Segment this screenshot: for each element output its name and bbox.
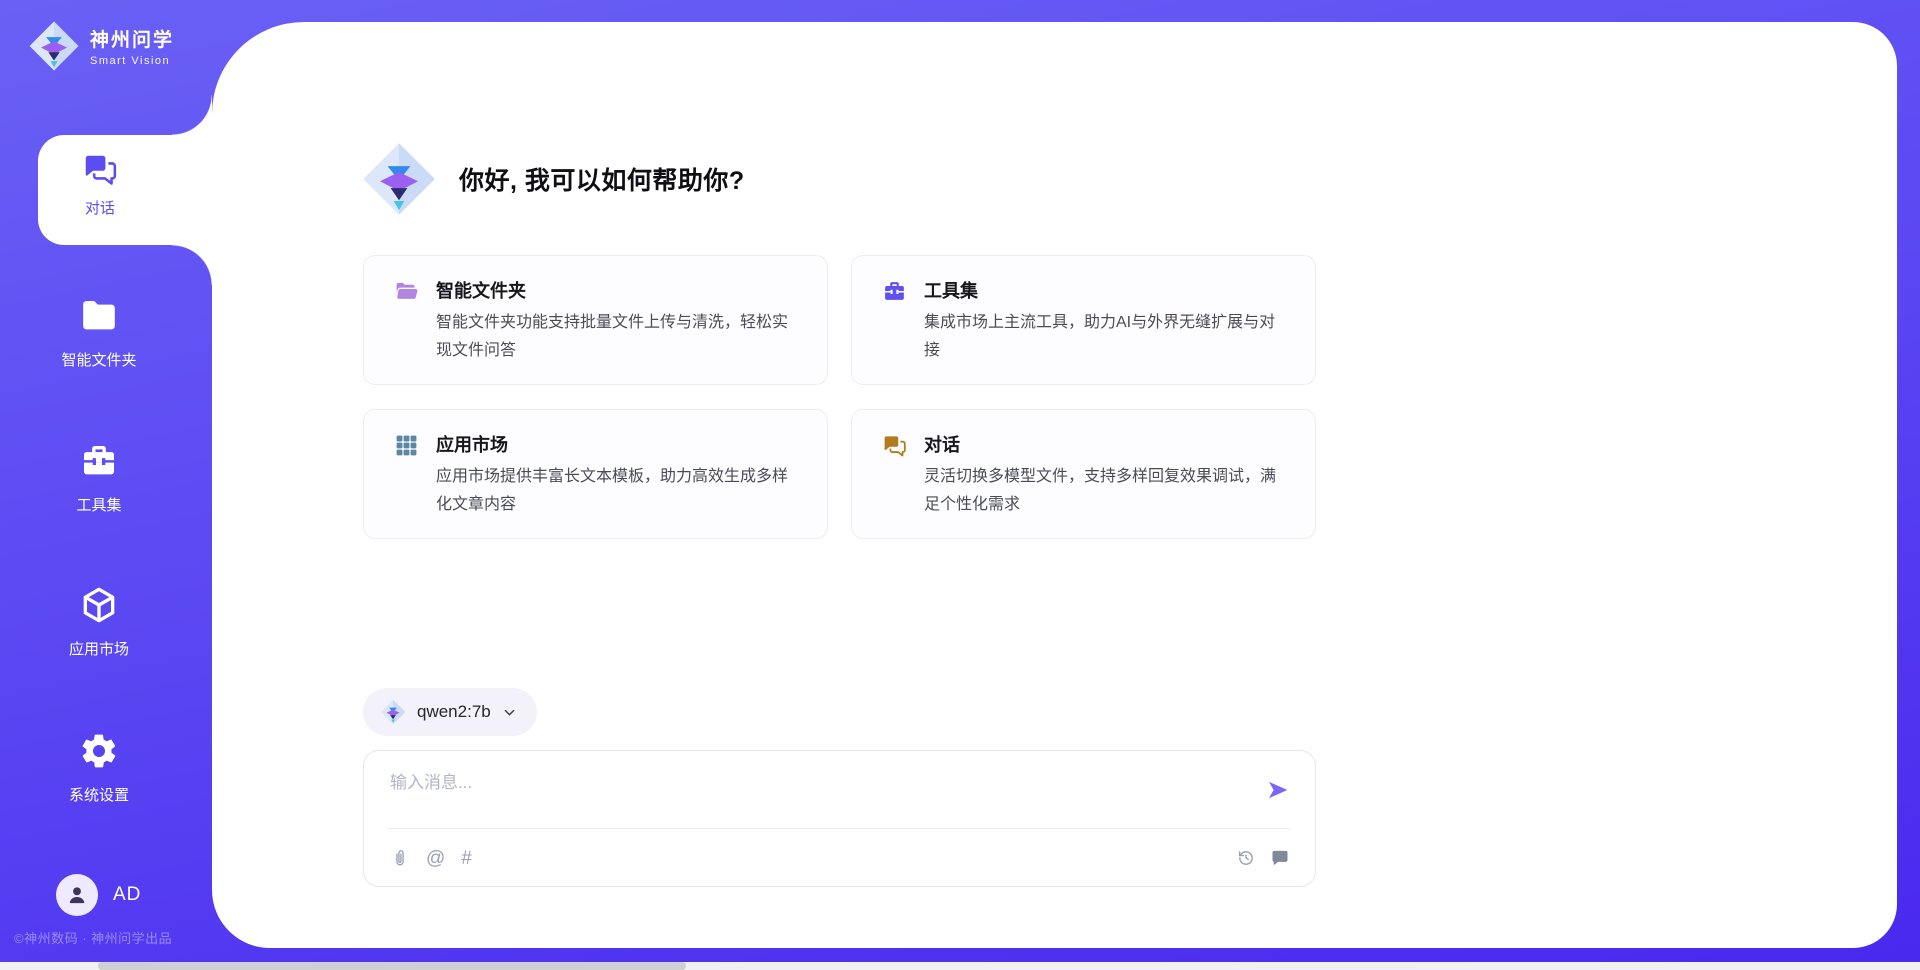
horizontal-scrollbar[interactable] xyxy=(0,962,1920,970)
person-icon xyxy=(64,882,90,908)
message-input[interactable] xyxy=(390,765,1240,801)
send-icon xyxy=(1266,778,1290,802)
sidebar-item-system-settings[interactable]: 系统设置 xyxy=(24,731,174,805)
model-selector[interactable]: qwen2:7b xyxy=(363,688,537,736)
card-description: 集成市场上主流工具，助力AI与外界无缝扩展与对接 xyxy=(924,309,1276,364)
toolbox-icon xyxy=(882,279,907,304)
sidebar-item-smart-folder[interactable]: 智能文件夹 xyxy=(24,296,174,370)
model-name: qwen2:7b xyxy=(417,702,491,722)
composer-toolbar: @ # xyxy=(390,829,1290,887)
tab-connector-bottom xyxy=(172,245,212,285)
at-mention-icon[interactable]: @ xyxy=(426,849,445,868)
greeting-text: 你好, 我可以如何帮助你? xyxy=(459,161,745,197)
copyright-footer: ©神州数码 · 神州问学出品 xyxy=(14,928,172,947)
card-app-market[interactable]: 应用市场 应用市场提供丰富长文本模板，助力高效生成多样化文章内容 xyxy=(363,409,828,539)
folder-open-icon xyxy=(394,279,419,304)
sidebar-item-toolset[interactable]: 工具集 xyxy=(24,441,174,515)
chat-icon xyxy=(82,151,118,187)
history-icon[interactable] xyxy=(1236,848,1256,868)
sidebar-item-chat-active[interactable]: 对话 xyxy=(38,135,212,245)
greeting-diamond-icon xyxy=(361,141,437,217)
toolbox-icon xyxy=(79,441,119,481)
card-description: 应用市场提供丰富长文本模板，助力高效生成多样化文章内容 xyxy=(436,463,788,518)
sidebar-item-label: 系统设置 xyxy=(24,784,174,805)
app-window: 神州问学 Smart Vision 对话 智能文件夹 工具集 应用市场 系统设置… xyxy=(0,0,1920,970)
user-initials: AD xyxy=(113,884,141,906)
brand: 神州问学 Smart Vision xyxy=(28,20,174,72)
sidebar-item-label: 工具集 xyxy=(24,494,174,515)
greeting: 你好, 我可以如何帮助你? xyxy=(361,141,745,217)
card-title: 工具集 xyxy=(924,277,1276,303)
chevron-down-icon xyxy=(502,705,517,720)
brand-diamond-icon xyxy=(28,20,80,72)
folder-icon xyxy=(79,296,119,336)
paperclip-icon[interactable] xyxy=(390,848,410,868)
sidebar-item-label: 应用市场 xyxy=(24,638,174,659)
card-title: 应用市场 xyxy=(436,431,788,457)
sidebar-item-app-market[interactable]: 应用市场 xyxy=(24,585,174,659)
cube-icon xyxy=(79,585,119,625)
card-smart-folder[interactable]: 智能文件夹 智能文件夹功能支持批量文件上传与清洗，轻松实现文件问答 xyxy=(363,255,828,385)
card-toolset[interactable]: 工具集 集成市场上主流工具，助力AI与外界无缝扩展与对接 xyxy=(851,255,1316,385)
tab-connector-top xyxy=(172,95,212,135)
card-title: 智能文件夹 xyxy=(436,277,788,303)
scrollbar-thumb[interactable] xyxy=(98,962,686,970)
avatar xyxy=(56,874,98,916)
model-diamond-icon xyxy=(380,699,406,725)
card-description: 灵活切换多模型文件，支持多样回复效果调试，满足个性化需求 xyxy=(924,463,1276,518)
card-title: 对话 xyxy=(924,431,1276,457)
sidebar-item-label: 对话 xyxy=(38,197,162,218)
hash-icon[interactable]: # xyxy=(461,849,472,868)
feature-cards: 智能文件夹 智能文件夹功能支持批量文件上传与清洗，轻松实现文件问答 工具集 集成… xyxy=(363,255,1316,539)
grid-icon xyxy=(394,433,419,458)
message-composer: @ # xyxy=(363,750,1316,887)
user-profile[interactable]: AD xyxy=(56,874,141,916)
sidebar-item-label: 智能文件夹 xyxy=(24,349,174,370)
card-description: 智能文件夹功能支持批量文件上传与清洗，轻松实现文件问答 xyxy=(436,309,788,364)
brand-name: 神州问学 xyxy=(90,25,174,52)
card-chat[interactable]: 对话 灵活切换多模型文件，支持多样回复效果调试，满足个性化需求 xyxy=(851,409,1316,539)
gear-icon xyxy=(79,731,119,771)
chat-icon xyxy=(882,433,907,458)
brand-subtitle: Smart Vision xyxy=(90,55,174,67)
chat-history-icon[interactable] xyxy=(1270,848,1290,868)
send-button[interactable] xyxy=(1266,778,1290,802)
